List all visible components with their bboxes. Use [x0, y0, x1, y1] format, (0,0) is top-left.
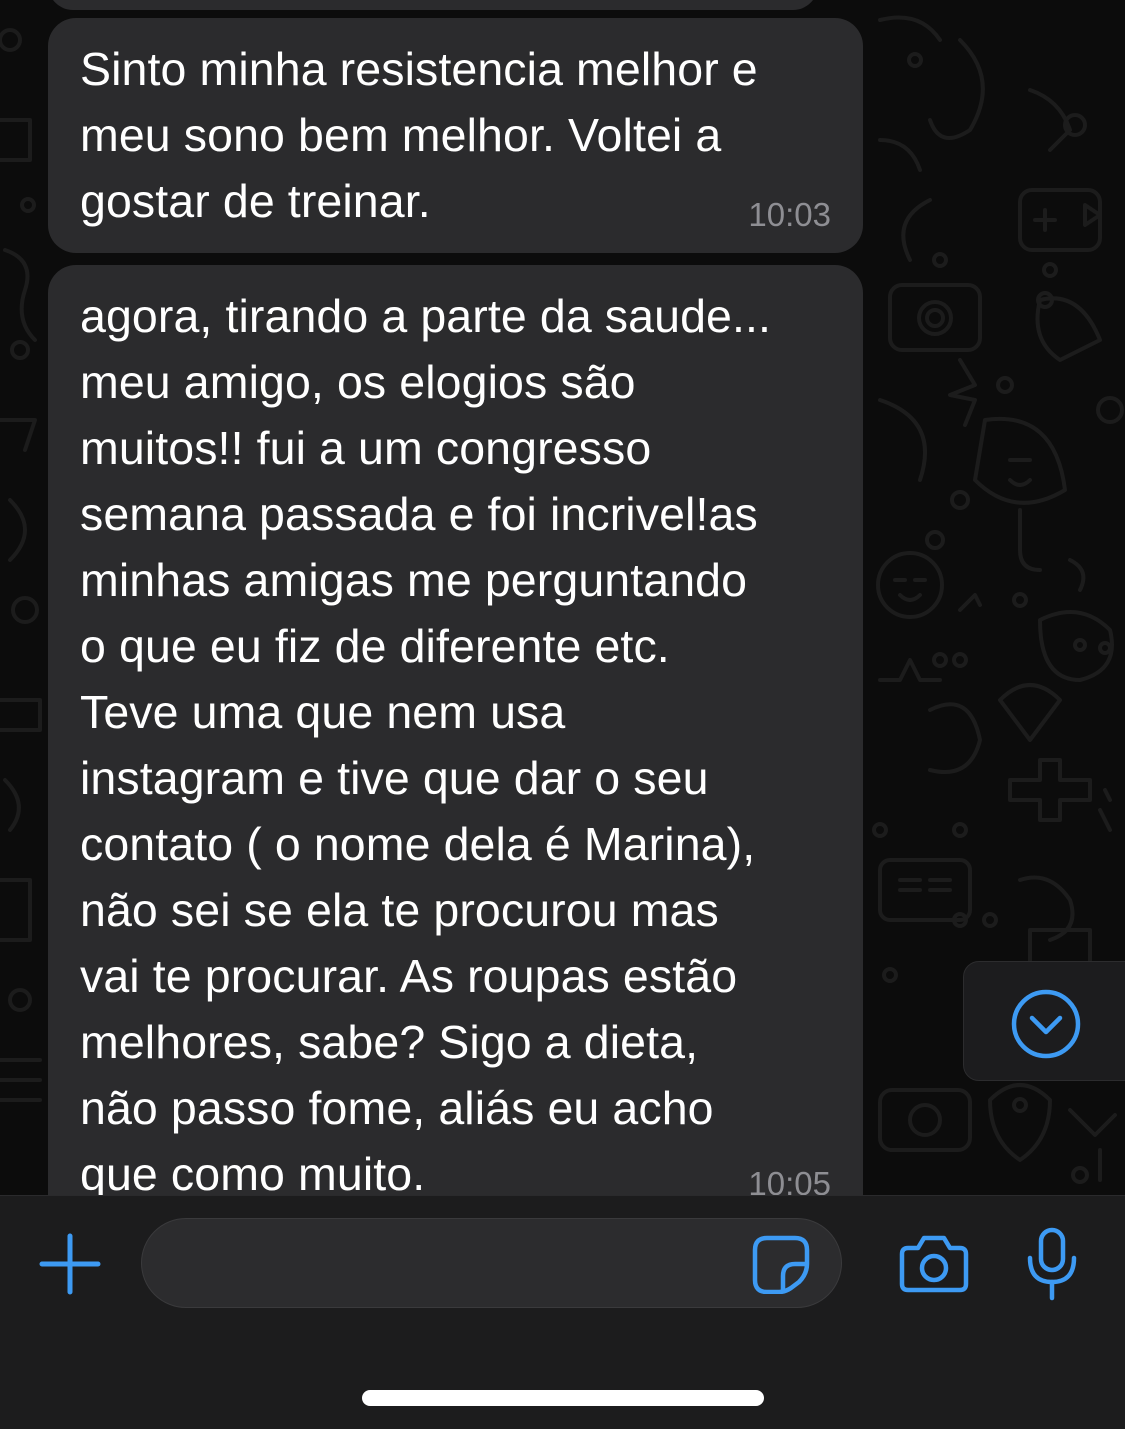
- home-indicator[interactable]: [362, 1390, 764, 1406]
- message-text: Sinto minha resistencia melhor e meu son…: [80, 43, 758, 227]
- message-timestamp: 10:03: [748, 196, 831, 233]
- chevron-down-circle-icon: [1011, 989, 1081, 1059]
- plus-icon[interactable]: [38, 1232, 102, 1296]
- scroll-to-bottom-button[interactable]: [963, 961, 1125, 1081]
- message-timestamp: 10:05: [748, 1165, 831, 1195]
- microphone-icon[interactable]: [1024, 1226, 1080, 1302]
- sticker-icon[interactable]: [751, 1234, 811, 1294]
- message-input[interactable]: [141, 1218, 842, 1308]
- chat-area[interactable]: Sinto minha resistencia melhor e meu son…: [0, 0, 1125, 1195]
- message-text: agora, tirando a parte da saude... meu a…: [80, 290, 772, 1195]
- message-bubble[interactable]: agora, tirando a parte da saude... meu a…: [48, 265, 863, 1195]
- previous-message-bubble: [48, 0, 818, 10]
- camera-icon[interactable]: [898, 1232, 970, 1296]
- message-bubble[interactable]: Sinto minha resistencia melhor e meu son…: [48, 18, 863, 253]
